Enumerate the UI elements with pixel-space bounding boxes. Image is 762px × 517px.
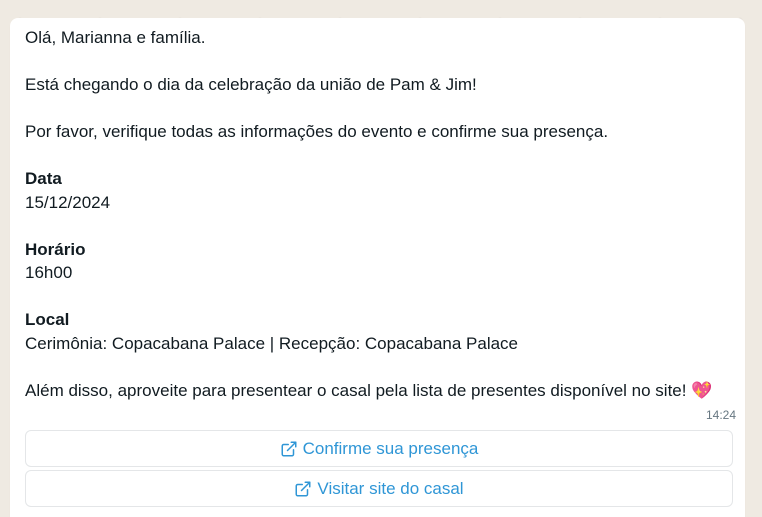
confirm-attendance-button[interactable]: Confirme sua presença: [25, 430, 733, 467]
greeting-text: Olá, Marianna e família.: [25, 28, 206, 47]
message-bubble: Olá, Marianna e família. Está chegando o…: [10, 18, 745, 517]
time-value: 16h00: [25, 263, 73, 282]
place-label: Local: [25, 310, 70, 329]
external-link-icon: [280, 440, 298, 458]
heart-emoji-icon: 💖: [691, 380, 713, 400]
date-label: Data: [25, 169, 62, 188]
message-timestamp: 14:24: [705, 408, 736, 422]
closing-text: Além disso, aproveite para presentear o …: [25, 380, 687, 400]
message-body: Olá, Marianna e família. Está chegando o…: [25, 26, 740, 402]
request-text: Por favor, verifique todas as informaçõe…: [25, 122, 609, 141]
time-label: Horário: [25, 239, 86, 259]
closing-line: Além disso, aproveite para presentear o …: [25, 379, 740, 403]
external-link-icon: [294, 480, 312, 498]
visit-site-label: Visitar site do casal: [317, 478, 464, 498]
date-value: 15/12/2024: [25, 192, 111, 212]
announcement-text: Está chegando o dia da celebração da uni…: [25, 75, 477, 94]
visit-site-button[interactable]: Visitar site do casal: [25, 470, 733, 507]
place-value: Cerimônia: Copacabana Palace | Recepção:…: [25, 333, 519, 353]
confirm-attendance-label: Confirme sua presença: [302, 438, 479, 458]
